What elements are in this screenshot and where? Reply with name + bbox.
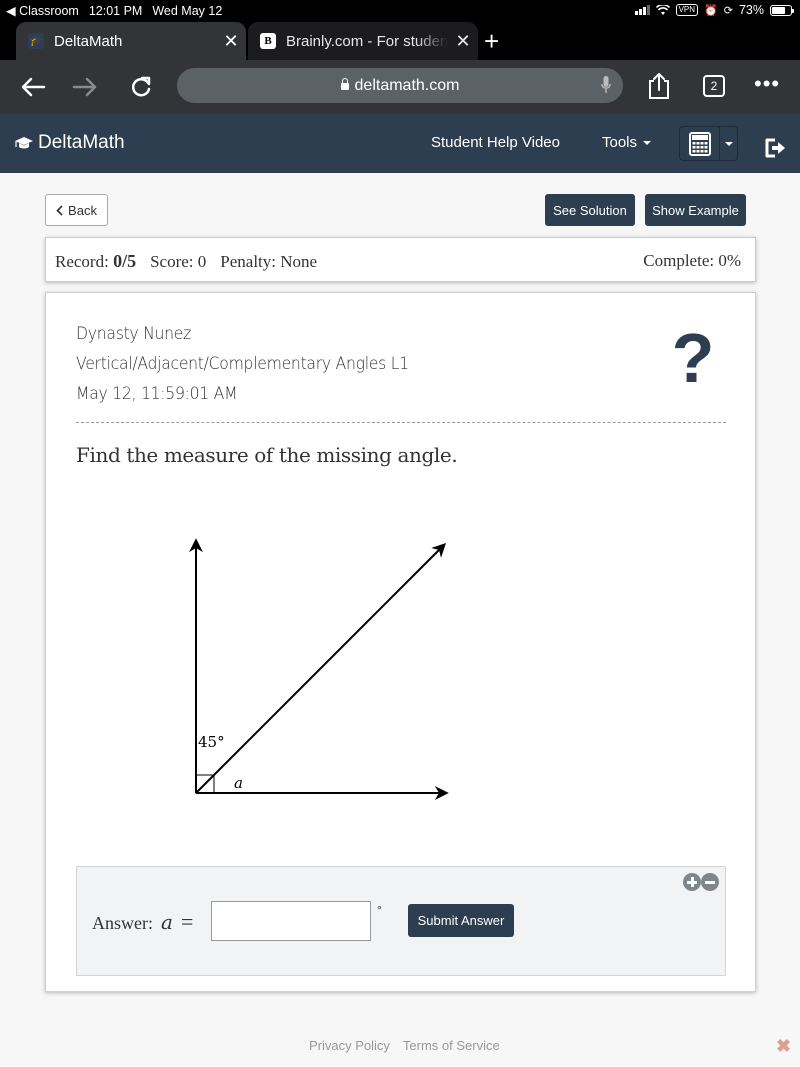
deltamath-logo[interactable]: DeltaMath (14, 132, 125, 154)
alarm-icon: ⏰ (704, 4, 718, 17)
battery-percent: 73% (738, 3, 764, 17)
see-solution-button[interactable]: See Solution (545, 194, 635, 226)
complete-stat: Complete: 0% (643, 251, 741, 270)
problem-topic: Vertical/Adjacent/Complementary Angles L… (76, 354, 409, 374)
show-example-button[interactable]: Show Example (645, 194, 746, 226)
browser-forward-icon[interactable] (70, 72, 100, 102)
chevron-down-icon (724, 141, 733, 146)
problem-info: Dynasty Nunez Vertical/Adjacent/Compleme… (76, 319, 409, 409)
terms-of-service-link[interactable]: Terms of Service (403, 1038, 500, 1053)
chevron-down-icon (643, 141, 652, 146)
graduation-cap-icon (15, 137, 33, 149)
browser-tab-strip: 🎓 DeltaMath ✕ B Brainly.com - For studen… (0, 20, 800, 60)
equals-sign: = (180, 909, 194, 934)
problem-card: Dynasty Nunez Vertical/Adjacent/Compleme… (45, 292, 756, 992)
tools-label: Tools (602, 134, 638, 151)
orientation-lock-icon: ⟳ (723, 4, 733, 17)
close-tab-icon[interactable]: ✕ (216, 31, 246, 52)
reload-icon[interactable] (126, 72, 156, 102)
minus-circle-icon[interactable] (701, 873, 719, 891)
status-date: Wed May 12 (152, 3, 223, 18)
calculator-button[interactable] (680, 127, 720, 160)
tab-title: Brainly.com - For students (286, 32, 448, 50)
problem-prompt: Find the measure of the missing angle. (76, 443, 458, 467)
back-button[interactable]: Back (45, 194, 108, 226)
brainly-favicon-icon: B (260, 33, 276, 49)
tab-switcher-button[interactable]: 2 (703, 75, 725, 97)
new-tab-icon[interactable]: + (484, 26, 499, 57)
divider (76, 422, 726, 423)
student-name: Dynasty Nunez (76, 324, 192, 344)
answer-text: Answer: (92, 913, 153, 933)
plus-circle-icon[interactable] (683, 873, 701, 891)
tab-deltamath[interactable]: 🎓 DeltaMath ✕ (16, 22, 246, 60)
calculator-icon (688, 131, 711, 156)
battery-icon (770, 4, 794, 16)
cellular-signal-icon (634, 5, 650, 15)
score-stat: Score: 0 (150, 252, 207, 271)
close-tab-icon[interactable]: ✕ (448, 31, 478, 52)
calculator-button-group (679, 126, 738, 161)
question-mark-help-icon[interactable]: ? (669, 323, 717, 393)
back-label: Back (68, 202, 97, 218)
address-bar[interactable]: deltamath.com (177, 68, 623, 103)
zoom-controls (683, 873, 719, 891)
url-text: deltamath.com (354, 76, 460, 94)
ios-status-bar: ◀ Classroom 12:01 PM Wed May 12 VPN ⏰ ⟳ … (0, 0, 800, 20)
tab-title: DeltaMath (54, 32, 123, 50)
record-stat: Record: 0/5 (55, 251, 136, 272)
close-icon[interactable]: ✖ (776, 1036, 791, 1057)
tools-dropdown[interactable]: Tools (602, 134, 652, 151)
answer-label: Answer: a = (92, 909, 193, 935)
known-angle-label: 45° (198, 733, 225, 751)
answer-variable: a (161, 910, 173, 934)
more-menu-icon[interactable]: ••• (754, 73, 780, 95)
student-help-video-link[interactable]: Student Help Video (431, 134, 560, 151)
record-value: 0/5 (113, 251, 137, 271)
privacy-policy-link[interactable]: Privacy Policy (309, 1038, 390, 1053)
browser-back-icon[interactable] (18, 72, 48, 102)
microphone-icon[interactable] (601, 76, 611, 94)
record-bar: Record: 0/5 Score: 0 Penalty: None Compl… (45, 237, 756, 282)
vpn-badge: VPN (675, 4, 699, 16)
unknown-angle-label: a (234, 774, 243, 792)
chevron-left-icon (56, 204, 63, 216)
problem-timestamp: May 12, 11:59:01 AM (76, 384, 238, 404)
back-to-app-link[interactable]: ◀ Classroom (6, 3, 79, 18)
answer-input[interactable] (211, 901, 371, 941)
diagonal-ray (195, 543, 446, 794)
wifi-icon (655, 4, 670, 15)
share-icon[interactable] (646, 72, 672, 100)
degree-unit: ° (377, 903, 382, 917)
logo-text: DeltaMath (38, 132, 125, 153)
deltamath-navbar: DeltaMath Student Help Video Tools (0, 114, 800, 173)
answer-box: Answer: a = ° Submit Answer (76, 866, 726, 976)
browser-toolbar: deltamath.com 2 ••• (0, 60, 800, 114)
tab-brainly[interactable]: B Brainly.com - For students ✕ (248, 22, 478, 60)
penalty-stat: Penalty: None (220, 252, 318, 271)
calculator-dropdown-toggle[interactable] (720, 127, 737, 160)
submit-answer-button[interactable]: Submit Answer (408, 904, 514, 937)
status-time: 12:01 PM (88, 3, 143, 18)
back-app-label: Classroom (19, 4, 79, 18)
graduation-cap-icon: 🎓 (28, 33, 44, 49)
lock-icon (340, 78, 349, 90)
footer: Privacy Policy Terms of Service (309, 1038, 500, 1053)
angle-diagram: 45° a (189, 538, 449, 800)
logout-icon[interactable] (762, 136, 786, 160)
record-label: Record: (55, 252, 109, 271)
